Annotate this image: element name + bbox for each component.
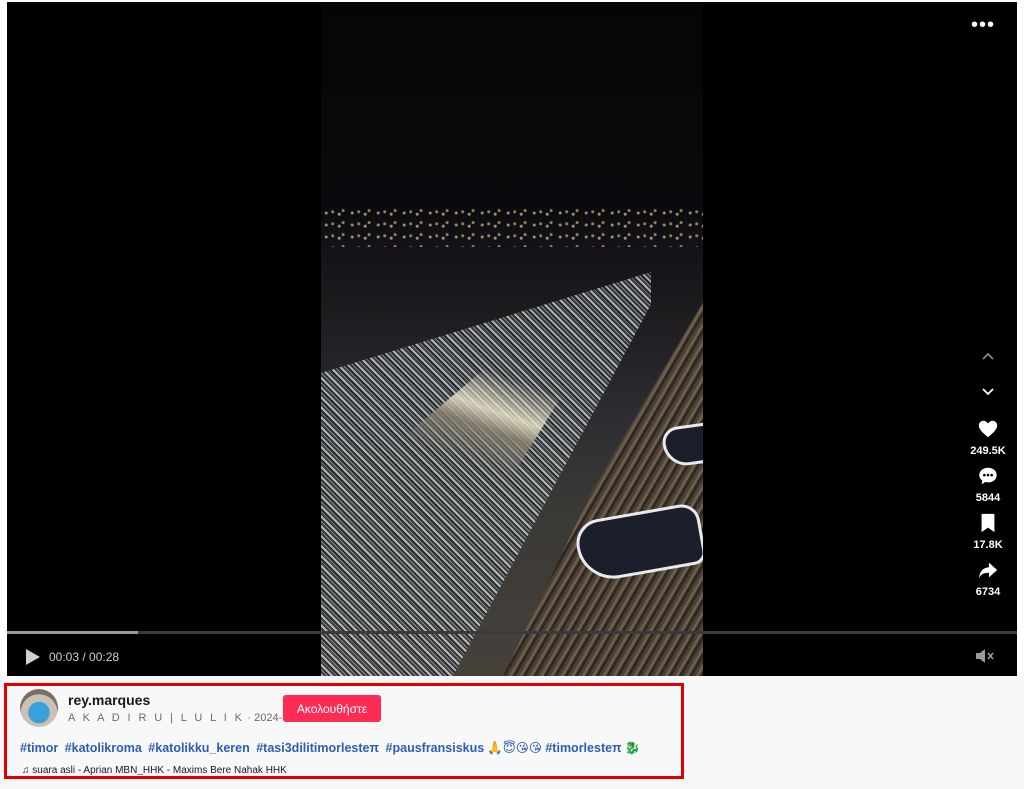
video-frame[interactable] xyxy=(321,2,703,676)
time-display: 00:03 / 00:28 xyxy=(49,650,120,664)
save-count: 17.8K xyxy=(973,539,1003,551)
like-count: 249.5K xyxy=(970,445,1006,457)
hashtag-link[interactable]: #timorlesteπ xyxy=(545,741,621,755)
bookmark-icon xyxy=(981,513,995,533)
heart-icon xyxy=(978,420,998,438)
share-count: 6734 xyxy=(975,586,1001,598)
previous-video-button[interactable] xyxy=(973,342,1003,372)
play-icon[interactable] xyxy=(25,648,41,666)
save-button[interactable]: 17.8K xyxy=(973,512,1003,551)
author-meta: A K A D I R U | L U L I K · 2024-9-11 xyxy=(68,712,304,724)
progress-bar[interactable] xyxy=(7,631,1017,634)
avatar[interactable] xyxy=(20,689,58,727)
comment-icon xyxy=(979,467,997,485)
comment-button[interactable]: 5844 xyxy=(976,465,1000,504)
author-username[interactable]: rey.marques xyxy=(68,692,150,708)
hashtag-link[interactable]: #katolikroma xyxy=(65,741,142,755)
caption-emoji: 🐉 xyxy=(624,741,641,755)
hashtag-link[interactable]: #katolikku_keren xyxy=(148,741,249,755)
music-note-icon: ♫ xyxy=(22,765,30,775)
caption: #timor #katolikroma #katolikku_keren #ta… xyxy=(20,740,640,756)
share-button[interactable]: 6734 xyxy=(976,559,1000,598)
like-button[interactable]: 249.5K xyxy=(970,418,1006,457)
playback-controls: 00:03 / 00:28 xyxy=(25,648,119,666)
caption-emojis: 🙏😇😘😘 xyxy=(487,741,542,755)
chevron-up-icon xyxy=(982,352,994,360)
video-player[interactable]: ••• 249.5K 5844 17.8K 6734 00:03 / 00:28 xyxy=(7,2,1017,676)
hashtag-link[interactable]: #timor xyxy=(20,741,58,755)
volume-muted-icon xyxy=(976,649,994,663)
progress-fill xyxy=(7,631,139,634)
hashtag-link[interactable]: #pausfransiskus xyxy=(386,741,485,755)
chevron-down-icon xyxy=(982,388,994,396)
share-icon xyxy=(978,562,998,579)
music-title: suara asli - Aprian MBN_HHK - Maxims Ber… xyxy=(32,765,287,775)
more-options-icon[interactable]: ••• xyxy=(971,14,995,37)
follow-button[interactable]: Ακολουθήστε xyxy=(283,695,381,722)
mute-button[interactable] xyxy=(975,647,995,670)
hashtag-link[interactable]: #tasi3dilitimorlesteπ xyxy=(256,741,379,755)
side-actions: 249.5K 5844 17.8K 6734 xyxy=(967,342,1009,598)
author-nickname[interactable]: A K A D I R U | L U L I K xyxy=(68,712,244,724)
comment-count: 5844 xyxy=(975,492,1001,504)
music-info[interactable]: ♫ suara asli - Aprian MBN_HHK - Maxims B… xyxy=(22,765,287,775)
next-video-button[interactable] xyxy=(973,376,1003,406)
